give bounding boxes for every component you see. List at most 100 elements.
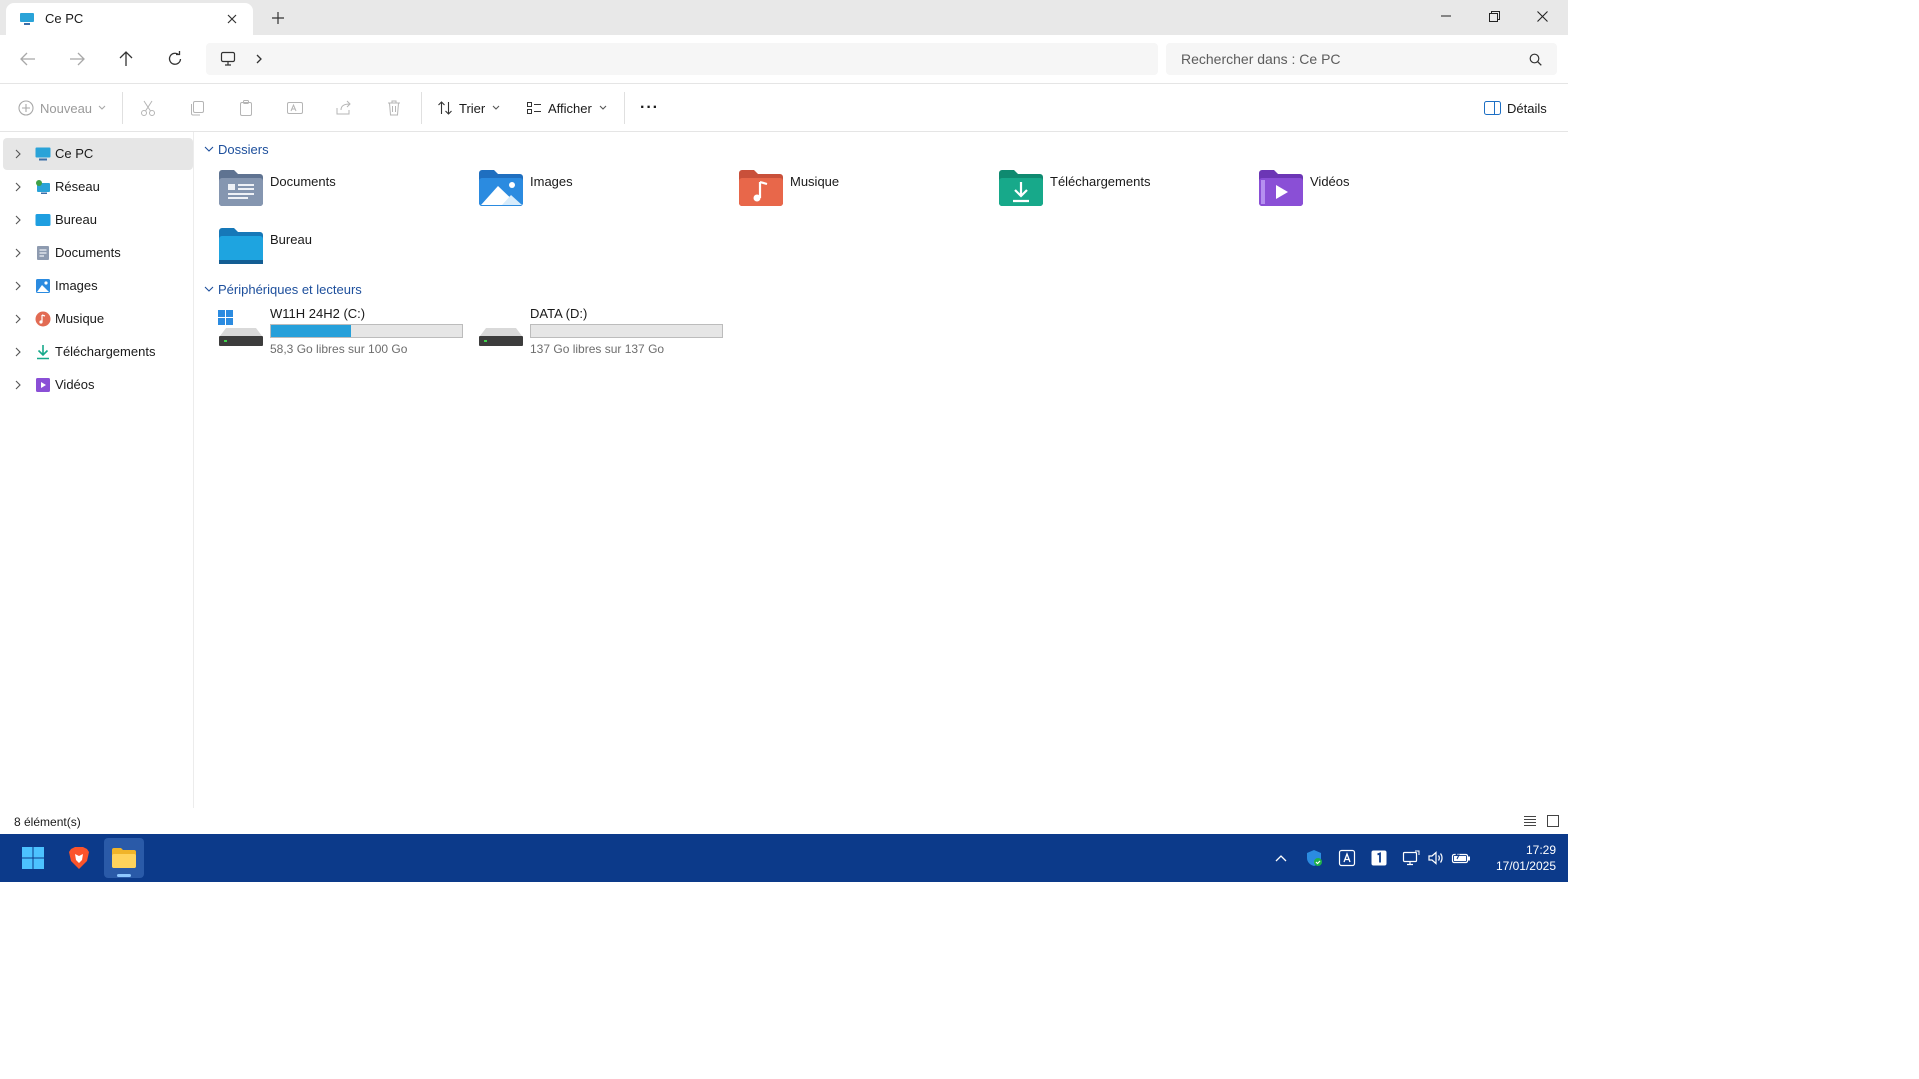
sidebar-item-musique[interactable]: Musique	[3, 303, 193, 335]
cut-button[interactable]	[139, 94, 157, 122]
file-explorer-window: Ce PC Rechercher dans: Ce PC Nouveau Tr…	[0, 0, 1568, 882]
tray-volume[interactable]	[1424, 846, 1448, 870]
new-tab-button[interactable]	[266, 7, 290, 29]
arrow-up-icon	[119, 51, 133, 66]
delete-button[interactable]	[385, 94, 403, 122]
tray-app-a[interactable]	[1335, 846, 1359, 870]
refresh-button[interactable]	[160, 45, 190, 73]
folder-label: Vidéos	[1310, 174, 1350, 189]
windows-drive-icon	[218, 310, 263, 346]
music-folder-icon	[739, 170, 783, 206]
close-tab-icon[interactable]	[221, 8, 243, 30]
sidebar-item-label: Téléchargements	[55, 344, 156, 359]
rename-button[interactable]	[286, 94, 304, 122]
folder-telechargements[interactable]: Téléchargements	[998, 168, 1248, 214]
sidebar-item-label: Vidéos	[55, 377, 95, 392]
restore-icon	[1488, 10, 1500, 22]
title-bar: Ce PC	[0, 0, 1568, 35]
scissors-icon	[141, 100, 155, 116]
sidebar-item-label: Musique	[55, 311, 105, 326]
taskbar-file-explorer[interactable]	[104, 838, 144, 878]
details-button[interactable]: Détails	[1484, 94, 1547, 122]
sidebar-item-telechargements[interactable]: Téléchargements	[3, 336, 193, 368]
details-pane-icon	[1484, 101, 1501, 115]
desktop-icon	[35, 214, 51, 226]
one-password-icon	[1371, 850, 1387, 866]
section-header-folders[interactable]: Dossiers	[203, 139, 269, 159]
show-hidden-icons-button[interactable]	[1269, 846, 1293, 870]
command-separator	[624, 92, 625, 124]
chevron-right-icon[interactable]	[12, 346, 24, 358]
paste-button[interactable]	[237, 94, 255, 122]
sidebar-item-bureau[interactable]: Bureau	[3, 204, 193, 236]
address-bar[interactable]	[206, 43, 1158, 75]
drive-c[interactable]: W11H 24H2 (C:) 58,3 Go libres sur 100 Go	[218, 306, 478, 360]
tray-app-1[interactable]	[1367, 846, 1391, 870]
folder-bureau[interactable]: Bureau	[218, 226, 468, 272]
trash-icon	[388, 100, 400, 116]
chevron-right-icon[interactable]	[12, 181, 24, 193]
folder-label: Documents	[270, 174, 336, 189]
new-button[interactable]: Nouveau	[18, 94, 106, 122]
view-icon	[527, 102, 541, 114]
shield-icon	[1307, 850, 1322, 866]
sidebar-item-images[interactable]: Images	[3, 270, 193, 302]
taskbar-brave-browser[interactable]	[59, 838, 99, 878]
a-letter-icon	[1338, 849, 1356, 867]
arrow-right-icon	[70, 52, 85, 66]
chevron-right-icon[interactable]	[12, 214, 24, 226]
sort-button[interactable]: Trier	[437, 94, 500, 122]
tray-battery[interactable]	[1449, 846, 1473, 870]
sidebar-item-reseau[interactable]: Réseau	[3, 171, 193, 203]
sidebar-item-videos[interactable]: Vidéos	[3, 369, 193, 401]
up-button[interactable]	[111, 45, 141, 73]
breadcrumb-chevron-icon[interactable]	[255, 54, 263, 64]
forward-button[interactable]	[62, 45, 92, 73]
chevron-right-icon[interactable]	[12, 247, 24, 259]
pictures-icon	[36, 279, 50, 293]
folder-musique[interactable]: Musique	[738, 168, 988, 214]
chevron-right-icon[interactable]	[12, 148, 24, 160]
sidebar-item-label: Bureau	[55, 212, 97, 227]
computer-icon	[220, 51, 236, 66]
details-view-icon[interactable]	[1523, 814, 1537, 828]
close-window-button[interactable]	[1518, 0, 1566, 32]
chevron-right-icon[interactable]	[12, 280, 24, 292]
rename-icon	[287, 102, 303, 114]
section-header-drives[interactable]: Périphériques et lecteurs	[203, 279, 362, 299]
start-button[interactable]	[13, 838, 53, 878]
sort-label: Trier	[459, 100, 486, 116]
sidebar-item-label: Documents	[55, 245, 121, 260]
drive-free-space: 58,3 Go libres sur 100 Go	[270, 342, 408, 356]
taskbar-clock[interactable]: 17:29 17/01/2025	[1476, 842, 1556, 874]
minimize-button[interactable]	[1422, 0, 1470, 32]
drive-d[interactable]: DATA (D:) 137 Go libres sur 137 Go	[478, 306, 738, 360]
copy-button[interactable]	[188, 94, 206, 122]
drive-name: W11H 24H2 (C:)	[270, 306, 366, 321]
folder-images[interactable]: Images	[478, 168, 728, 214]
address-row: Rechercher dans : Ce PC	[0, 35, 1568, 84]
share-button[interactable]	[335, 94, 353, 122]
search-input[interactable]: Rechercher dans : Ce PC	[1166, 43, 1557, 75]
tab-ce-pc[interactable]: Ce PC	[6, 3, 253, 35]
sidebar-item-ce-pc[interactable]: Ce PC	[3, 138, 193, 170]
back-button[interactable]	[13, 45, 43, 73]
view-button[interactable]: Afficher	[526, 94, 607, 122]
tray-security[interactable]	[1302, 846, 1326, 870]
chevron-down-icon	[204, 146, 214, 152]
chevron-right-icon[interactable]	[12, 379, 24, 391]
brave-lion-icon	[69, 847, 89, 869]
folder-videos[interactable]: Vidéos	[1258, 168, 1508, 214]
tray-network[interactable]	[1399, 846, 1423, 870]
chevron-right-icon[interactable]	[12, 313, 24, 325]
more-options-button[interactable]: ···	[640, 94, 659, 122]
chevron-down-icon	[204, 286, 214, 292]
sidebar-item-documents[interactable]: Documents	[3, 237, 193, 269]
search-icon[interactable]	[1529, 53, 1542, 66]
tiles-view-icon[interactable]	[1546, 814, 1560, 828]
folder-documents[interactable]: Documents	[218, 168, 468, 214]
copy-icon	[191, 101, 204, 116]
restore-button[interactable]	[1470, 0, 1518, 32]
videos-folder-icon	[1259, 170, 1303, 206]
section-title: Périphériques et lecteurs	[218, 281, 362, 297]
